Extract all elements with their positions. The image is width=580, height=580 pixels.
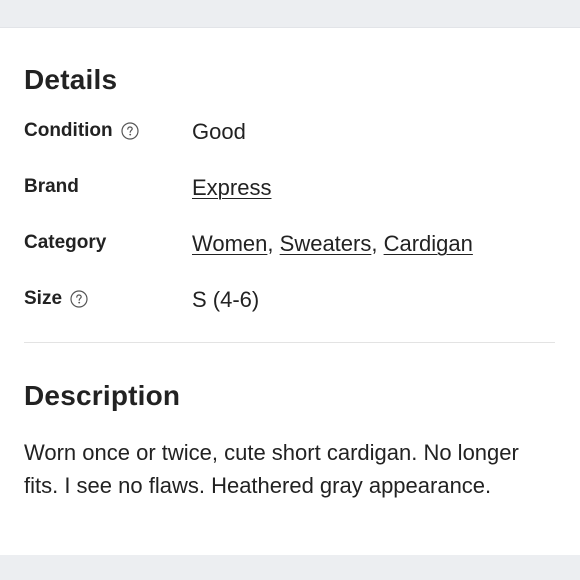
category-row: Category Women, Sweaters, Cardigan <box>24 231 564 262</box>
condition-row: Condition Good <box>24 119 564 150</box>
question-circle-icon[interactable] <box>70 290 88 308</box>
section-divider <box>24 342 555 343</box>
brand-link[interactable]: Express <box>192 175 271 200</box>
brand-label: Brand <box>24 176 79 197</box>
bottom-separator-band <box>0 555 580 580</box>
category-breadcrumb: Women, Sweaters, Cardigan <box>192 231 473 257</box>
details-heading: Details <box>24 64 118 95</box>
category-link-women[interactable]: Women <box>192 231 267 256</box>
listing-info-panel: Details Condition Good Brand Express Cat… <box>0 28 580 555</box>
brand-value-wrap: Express <box>192 175 271 201</box>
brand-row: Brand Express <box>24 175 564 206</box>
question-circle-icon[interactable] <box>121 122 139 140</box>
category-label: Category <box>24 232 107 253</box>
category-link-sweaters[interactable]: Sweaters <box>280 231 372 256</box>
condition-value: Good <box>192 119 246 144</box>
size-label: Size <box>24 288 63 309</box>
category-link-cardigan[interactable]: Cardigan <box>384 231 473 256</box>
description-text: Worn once or twice, cute short cardigan.… <box>24 440 519 498</box>
top-separator-band <box>0 0 580 28</box>
category-separator: , <box>267 231 280 256</box>
size-value: S (4-6) <box>192 287 260 312</box>
category-separator: , <box>371 231 384 256</box>
description-heading: Description <box>24 380 181 411</box>
condition-label-wrap: Condition <box>24 120 139 142</box>
size-row: Size S (4-6) <box>24 287 564 318</box>
size-label-wrap: Size <box>24 288 88 310</box>
condition-label: Condition <box>24 120 113 141</box>
